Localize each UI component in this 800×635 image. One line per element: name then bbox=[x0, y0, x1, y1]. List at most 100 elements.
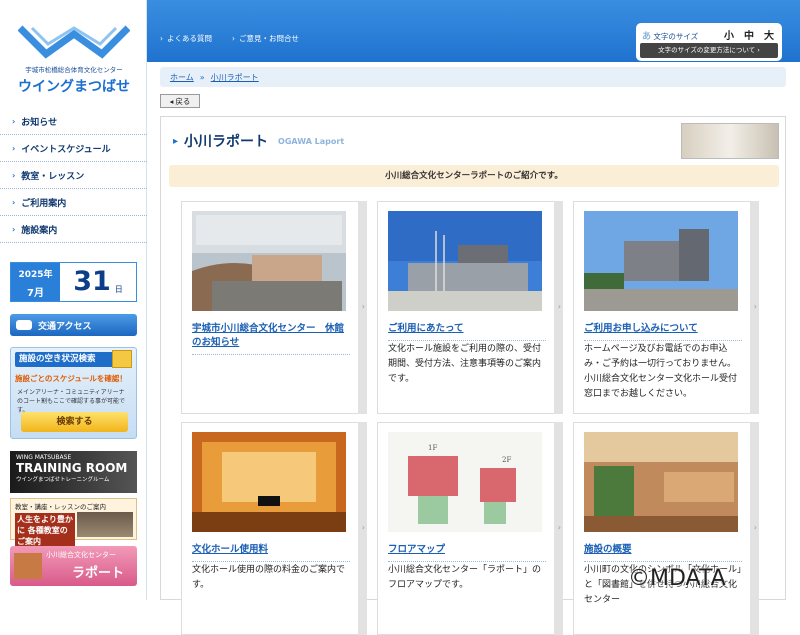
laport-banner-top: 小川総合文化センター bbox=[46, 550, 116, 560]
chevron-right-icon: › bbox=[232, 34, 235, 43]
font-size-small-button[interactable]: 小 bbox=[724, 27, 734, 42]
page-title: ▸ 小川ラポート OGAWA Laport bbox=[173, 131, 344, 151]
contact-link-label: ご意見・お問合せ bbox=[239, 34, 299, 43]
date-month: 7月 bbox=[11, 284, 60, 299]
chevron-right-icon: › bbox=[558, 523, 561, 532]
chevron-right-icon: › bbox=[160, 34, 163, 43]
chevron-right-icon: › bbox=[12, 171, 15, 180]
classes-banner[interactable]: 教室・講座・レッスンのご案内 人生をより豊かに 各種教室のご案内 bbox=[10, 498, 137, 540]
back-arrow-icon: ◂ bbox=[170, 97, 174, 106]
back-label: 戻る bbox=[175, 96, 190, 107]
font-size-icon: あ bbox=[642, 32, 651, 42]
font-size-switcher: あ 文字のサイズ 小 中 大 文字のサイズの変更方法について › bbox=[636, 23, 782, 61]
search-banner-title: 施設の空き状況検索 bbox=[15, 352, 115, 367]
access-button[interactable]: 交通アクセス bbox=[10, 314, 137, 336]
card-desc: 小川総合文化センター「ラポート」のフロアマップです。 bbox=[388, 563, 548, 593]
date-day-box: 31 日 bbox=[60, 263, 136, 301]
date-day: 31 bbox=[73, 268, 111, 295]
page-title-en: OGAWA Laport bbox=[278, 137, 344, 146]
card-photo bbox=[584, 211, 738, 311]
top-links: ›よくある質問 › ご意見・お問合せ bbox=[160, 33, 299, 44]
card-photo bbox=[388, 211, 542, 311]
sidebar-item-label: 施設案内 bbox=[21, 223, 57, 236]
card-title[interactable]: 文化ホール使用料 bbox=[192, 543, 350, 562]
card-title[interactable]: ご利用お申し込みについて bbox=[584, 322, 742, 341]
search-banner-text: メインアリーナ・コミュニティアリーナのコート割もここで確認する事が可能です。 bbox=[17, 388, 129, 415]
training-sub: ウイングまつばせトレーニングルーム bbox=[16, 475, 131, 483]
sidebar-item-label: イベントスケジュール bbox=[21, 142, 110, 155]
sidebar-item-label: 教室・レッスン bbox=[21, 169, 84, 182]
sidebar-item-label: ご利用案内 bbox=[21, 196, 66, 209]
date-year-month: 2025年 7月 bbox=[11, 263, 60, 301]
card-title[interactable]: フロアマップ bbox=[388, 543, 546, 562]
chevron-right-icon: › bbox=[362, 302, 365, 311]
classes-photo bbox=[77, 512, 133, 537]
card-application[interactable]: › ご利用お申し込みについて ホームページ及びお電話でのお申込み・ご予約は一切行… bbox=[573, 201, 759, 414]
card-photo: 1F 2F bbox=[388, 432, 542, 532]
classes-top: 教室・講座・レッスンのご案内 bbox=[15, 501, 106, 511]
car-icon bbox=[16, 320, 32, 330]
card-facility-overview[interactable]: › 施設の概要 小川町の文化のシンボル「文化ホール」と「図書館」を併せ持つ小川総… bbox=[573, 422, 759, 635]
chevron-right-icon: › bbox=[12, 117, 15, 126]
access-label: 交通アクセス bbox=[38, 319, 92, 332]
header-photo bbox=[681, 123, 779, 159]
card-photo bbox=[192, 432, 346, 532]
breadcrumb-current[interactable]: 小川ラポート bbox=[211, 72, 259, 83]
sidebar-item-facilities[interactable]: › 施設案内 bbox=[0, 216, 147, 243]
breadcrumb-separator-icon: » bbox=[200, 73, 205, 82]
sidebar-item-lessons[interactable]: › 教室・レッスン bbox=[0, 162, 147, 189]
svg-text:1F: 1F bbox=[428, 444, 437, 452]
search-banner-highlight: 施設ごとのスケジュールを確認！ bbox=[15, 373, 127, 384]
font-size-label-text: 文字のサイズ bbox=[653, 32, 698, 41]
chevron-right-icon: › bbox=[12, 198, 15, 207]
faq-link[interactable]: ›よくある質問 bbox=[160, 33, 212, 44]
logo-name: ウイングまつばせ bbox=[8, 76, 140, 96]
font-size-large-button[interactable]: 大 bbox=[764, 27, 774, 42]
svg-text:2F: 2F bbox=[502, 456, 511, 464]
card-photo bbox=[192, 211, 346, 311]
page-title-jp: 小川ラポート bbox=[184, 131, 268, 151]
card-title[interactable]: 施設の概要 bbox=[584, 543, 742, 562]
date-year: 2025年 bbox=[11, 267, 60, 280]
chevron-right-icon: › bbox=[754, 302, 757, 311]
sidebar-item-news[interactable]: › お知らせ bbox=[0, 108, 147, 135]
font-size-options: 小 中 大 bbox=[724, 27, 774, 42]
chevron-right-icon: › bbox=[362, 523, 365, 532]
training-room-banner[interactable]: WING MATSUBASE TRAINING ROOM ウイングまつばせトレー… bbox=[10, 451, 137, 493]
date-day-unit: 日 bbox=[115, 284, 123, 295]
card-floor-map[interactable]: › 1F 2F フロアマップ 小川総合文化センター「ラポート」のフロアマップです… bbox=[377, 422, 563, 635]
date-display: 2025年 7月 31 日 bbox=[10, 262, 137, 302]
laport-banner[interactable]: 小川総合文化センター ラポート bbox=[10, 546, 137, 586]
back-button[interactable]: ◂戻る bbox=[160, 94, 200, 108]
logo-subtitle: 宇城市松橋総合体育文化センター bbox=[8, 64, 140, 74]
title-marker-icon: ▸ bbox=[173, 136, 178, 147]
card-title[interactable]: ご利用にあたって bbox=[388, 322, 546, 341]
classes-tag: 人生をより豊かに 各種教室のご案内 bbox=[15, 513, 75, 548]
font-size-help-link[interactable]: 文字のサイズの変更方法について › bbox=[640, 43, 778, 58]
card-title[interactable]: 宇城市小川総合文化センター 休館のお知らせ bbox=[192, 322, 350, 355]
card-usage-notes[interactable]: › ご利用にあたって 文化ホール施設をご利用の際の、受付期間、受付方法、注意事項… bbox=[377, 201, 563, 414]
calendar-icon bbox=[112, 350, 132, 368]
card-desc: ホームページ及びお電話でのお申込み・ご予約は一切行っておりません。小川総合文化セ… bbox=[584, 342, 744, 402]
card-desc: 文化ホール施設をご利用の際の、受付期間、受付方法、注意事項等のご案内です。 bbox=[388, 342, 548, 387]
card-hall-fees[interactable]: › 文化ホール使用料 文化ホール使用の際の料金のご案内です。 bbox=[181, 422, 367, 635]
training-top: WING MATSUBASE bbox=[16, 454, 131, 461]
intro-bar: 小川総合文化センターラポートのご紹介です。 bbox=[169, 165, 779, 187]
laport-photo bbox=[14, 553, 42, 579]
availability-search-banner[interactable]: 施設の空き状況検索 施設ごとのスケジュールを確認！ メインアリーナ・コミュニティ… bbox=[10, 347, 137, 439]
sidebar-item-guide[interactable]: › ご利用案内 bbox=[0, 189, 147, 216]
card-closure-notice[interactable]: › 宇城市小川総合文化センター 休館のお知らせ bbox=[181, 201, 367, 414]
sidebar-nav: › お知らせ ›イベントスケジュール › 教室・レッスン › ご利用案内 › 施設案内 bbox=[0, 108, 147, 243]
site-logo[interactable]: 宇城市松橋総合体育文化センター ウイングまつばせ bbox=[8, 8, 140, 102]
laport-banner-name: ラポート bbox=[72, 562, 124, 581]
chevron-right-icon: › bbox=[12, 225, 15, 234]
copyright-watermark: ©MDATA bbox=[628, 566, 726, 591]
font-size-medium-button[interactable]: 中 bbox=[744, 27, 754, 42]
font-size-note-text: 文字のサイズの変更方法について bbox=[658, 46, 755, 54]
contact-link[interactable]: › ご意見・お問合せ bbox=[232, 33, 299, 44]
breadcrumb: ホーム » 小川ラポート bbox=[160, 67, 786, 87]
breadcrumb-home[interactable]: ホーム bbox=[170, 72, 194, 83]
search-button[interactable]: 検索する bbox=[21, 412, 128, 432]
sidebar-item-schedule[interactable]: ›イベントスケジュール bbox=[0, 135, 147, 162]
sidebar-item-label: お知らせ bbox=[21, 115, 57, 128]
